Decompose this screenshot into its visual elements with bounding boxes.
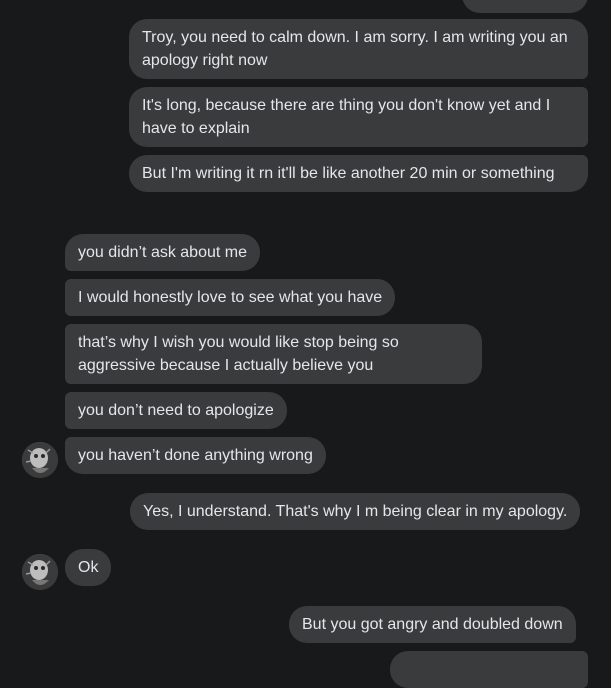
message-bubble[interactable]: Yes, I understand. That's why I m being … <box>130 493 581 530</box>
message-text: Troy, you need to calm down. I am sorry.… <box>142 29 568 69</box>
contact-avatar-icon[interactable] <box>22 554 58 590</box>
message-bubble[interactable]: you haven’t done anything wrong <box>65 437 326 474</box>
message-text: you didn’t ask about me <box>78 244 247 261</box>
message-bubble[interactable]: Troy, you need to calm down. I am sorry.… <box>129 19 588 79</box>
message-text: Yes, I understand. That's why I m being … <box>143 503 568 520</box>
message-thread: Troy, you need to calm down. I am sorry.… <box>0 0 611 688</box>
message-text: But I'm writing it rn it'll be like anot… <box>142 165 555 182</box>
message-bubble[interactable]: I would honestly love to see what you ha… <box>65 279 396 316</box>
contact-avatar-icon[interactable] <box>22 442 58 478</box>
message-text: you don’t need to apologize <box>78 402 274 419</box>
message-text: Ok <box>78 559 99 576</box>
message-bubble[interactable]: It's long, because there are thing you d… <box>129 87 588 147</box>
message-bubble[interactable]: But I'm writing it rn it'll be like anot… <box>129 155 588 192</box>
message-text: It's long, because there are thing you d… <box>142 97 551 137</box>
message-text: But you got angry and doubled down <box>302 616 563 633</box>
message-bubble[interactable]: But you got angry and doubled down <box>289 606 576 643</box>
message-bubble-partial-top[interactable] <box>462 0 588 13</box>
message-bubble[interactable]: you didn’t ask about me <box>65 234 260 271</box>
message-bubble[interactable]: that’s why I wish you would like stop be… <box>65 324 482 384</box>
message-text: I would honestly love to see what you ha… <box>78 289 383 306</box>
message-text: you haven’t done anything wrong <box>78 447 313 464</box>
message-bubble-partial-bottom[interactable] <box>390 651 588 688</box>
message-bubble[interactable]: Ok <box>65 549 112 586</box>
message-bubble[interactable]: you don’t need to apologize <box>65 392 287 429</box>
message-text: that’s why I wish you would like stop be… <box>78 334 399 374</box>
